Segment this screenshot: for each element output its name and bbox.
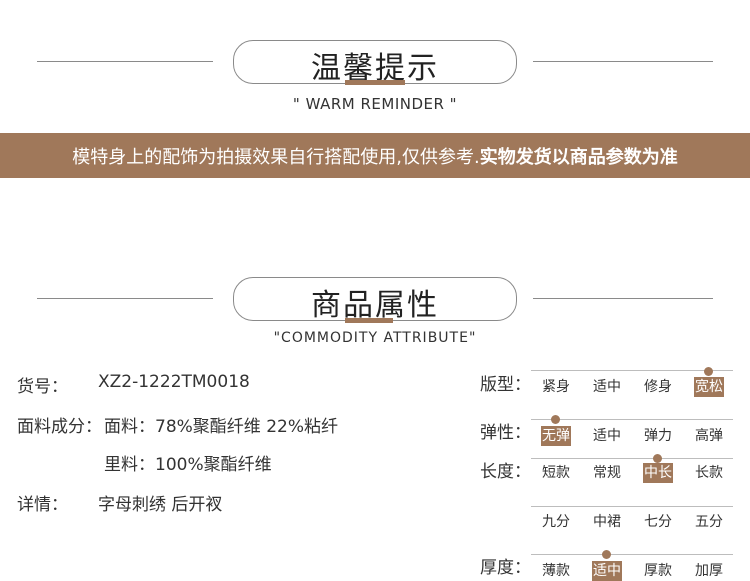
length-option-mid: 中长 — [643, 463, 673, 483]
fit-label: 版型： — [480, 375, 531, 395]
length-option-regular: 常规 — [593, 465, 621, 481]
banner-normal-text: 模特身上的配饰为拍摄效果自行搭配使用,仅供参考. — [72, 146, 480, 168]
length-option-ninth: 九分 — [542, 514, 570, 530]
thickness-option-extra-thick: 加厚 — [695, 563, 723, 579]
elasticity-rule — [531, 419, 733, 420]
fit-rule — [531, 370, 733, 371]
fit-option-regular: 适中 — [593, 379, 621, 395]
elasticity-option-none: 无弹 — [541, 426, 571, 446]
elasticity-label: 弹性： — [480, 423, 531, 443]
reminder-subtitle: " WARM REMINDER " — [292, 95, 458, 113]
thickness-option-thick: 厚款 — [644, 563, 672, 579]
fabric-outer: 面料：78%聚酯纤维 22%粘纤 — [104, 417, 338, 437]
attribute-title-underline — [345, 318, 393, 323]
length-option-long: 长款 — [695, 465, 723, 481]
reminder-title-underline — [345, 80, 405, 85]
sku-value: XZ2-1222TM0018 — [98, 372, 250, 392]
elasticity-option-moderate: 适中 — [593, 428, 621, 444]
thickness-selected-marker — [602, 550, 611, 559]
length-rule-2 — [531, 506, 733, 507]
fit-selected-marker — [704, 367, 713, 376]
fabric-lining: 里料：100%聚酯纤维 — [104, 455, 272, 475]
length-rule — [531, 458, 733, 459]
attribute-right-rule — [533, 298, 713, 299]
details-label: 详情： — [17, 495, 68, 515]
fit-option-loose: 宽松 — [694, 377, 724, 397]
reminder-right-rule — [533, 61, 713, 62]
sku-label: 货号： — [17, 377, 68, 397]
length-option-short: 短款 — [542, 465, 570, 481]
length-selected-marker — [653, 454, 662, 463]
attribute-subtitle: "COMMODITY ATTRIBUTE" — [273, 330, 477, 346]
reminder-title-pill: 温馨提示 — [233, 40, 517, 86]
fit-option-slim: 修身 — [644, 379, 672, 395]
thickness-label: 厚度： — [480, 558, 531, 578]
length-option-seventh: 七分 — [644, 514, 672, 530]
elasticity-option-high: 高弹 — [695, 428, 723, 444]
reminder-banner: 模特身上的配饰为拍摄效果自行搭配使用,仅供参考. 实物发货以商品参数为准 — [0, 133, 750, 178]
attribute-left-rule — [37, 298, 213, 299]
attribute-title-pill: 商品属性 — [233, 277, 517, 323]
thickness-option-thin: 薄款 — [542, 563, 570, 579]
elasticity-option-stretch: 弹力 — [644, 428, 672, 444]
length-option-fifth: 五分 — [695, 514, 723, 530]
thickness-rule — [531, 554, 733, 555]
reminder-left-rule — [37, 61, 213, 62]
length-label: 长度： — [480, 462, 531, 482]
fit-option-tight: 紧身 — [542, 379, 570, 395]
fabric-label: 面料成分： — [17, 417, 102, 437]
elasticity-selected-marker — [551, 415, 560, 424]
details-value: 字母刺绣 后开衩 — [98, 495, 223, 515]
banner-bold-text: 实物发货以商品参数为准 — [479, 146, 678, 168]
thickness-option-moderate: 适中 — [592, 561, 622, 581]
length-option-midi-skirt: 中裙 — [593, 514, 621, 530]
